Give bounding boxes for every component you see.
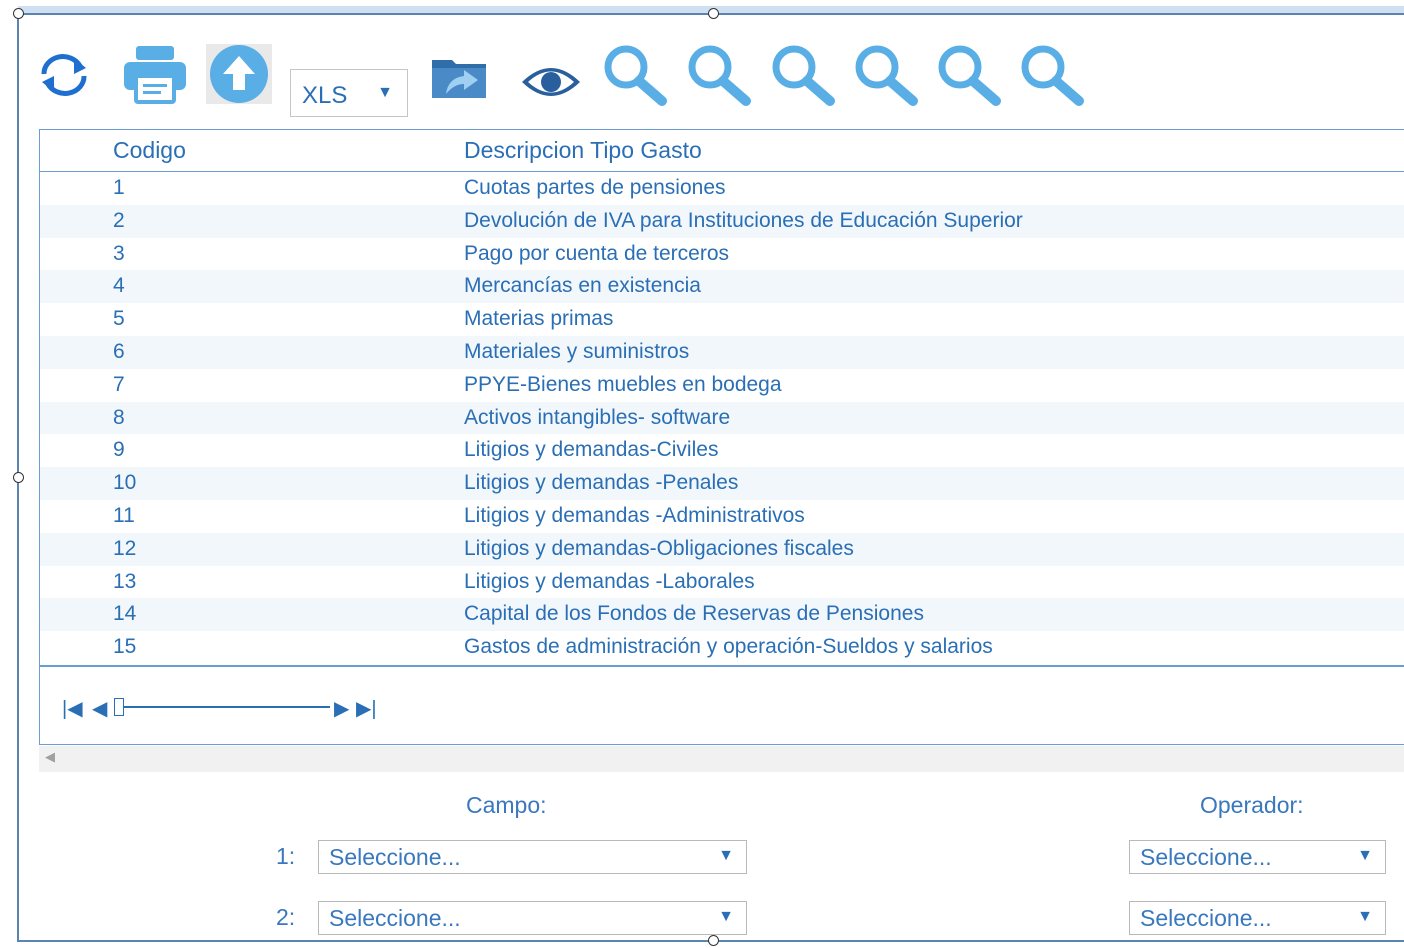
filter-row-2-label: 2: [276,904,296,930]
table-row[interactable]: 3 Pago por cuenta de terceros [40,238,1404,271]
view-icon[interactable] [520,62,582,102]
table-row[interactable]: 9 Litigios y demandas-Civiles [40,434,1404,467]
column-header-descripcion[interactable]: Descripcion Tipo Gasto [464,137,702,164]
cell-descripcion: Mercancías en existencia [464,274,701,298]
cell-descripcion: Gastos de administración y operación-Sue… [464,635,993,659]
table-row[interactable]: 8 Activos intangibles- software [40,401,1404,435]
cell-descripcion: Capital de los Fondos de Reservas de Pen… [464,602,924,626]
upload-icon[interactable] [206,44,272,104]
chevron-down-icon: ▼ [718,908,734,925]
cell-descripcion: Cuotas partes de pensiones [464,176,726,199]
next-page-icon[interactable]: ▶ [334,696,349,722]
table-row[interactable]: 15 Gastos de administración y operación-S… [40,631,1404,664]
chevron-down-icon: ▼ [377,84,393,101]
operador-label: Operador: [1200,792,1304,818]
campo-1-select[interactable]: Seleccione... ▼ [318,840,747,874]
cell-codigo: 10 [113,471,137,495]
column-header-codigo[interactable]: Codigo [113,137,186,164]
table-row[interactable]: 2 Devolución de IVA para Instituciones de… [40,204,1404,238]
table-row[interactable]: 5 Materias primas [40,303,1404,336]
scroll-left-icon[interactable]: ◀ [45,749,55,765]
search-icon[interactable] [936,44,1004,106]
pager: |◀ ◀ ▶ ▶| [62,696,382,722]
chevron-down-icon: ▼ [1357,908,1373,925]
cell-codigo: 11 [113,503,135,527]
cell-codigo: 15 [113,635,137,659]
print-icon[interactable] [122,44,188,104]
search-icon[interactable] [602,44,670,106]
table-row[interactable]: 12 Litigios y demandas-Obligaciones fisca… [40,532,1404,566]
cell-codigo: 2 [113,208,125,232]
campo-1-value: Seleccione... [329,844,461,870]
chevron-down-icon: ▼ [718,847,734,864]
cell-codigo: 1 [113,176,125,199]
cell-codigo: 9 [113,438,125,462]
first-page-icon[interactable]: |◀ [62,696,83,722]
resize-handle-top-left[interactable] [13,8,24,19]
pager-slider-thumb[interactable] [114,698,124,716]
grid-rows: 1 Cuotas partes de pensiones 2 Devolución d… [40,172,1404,664]
table-row[interactable]: 4 Mercancías en existencia [40,270,1404,304]
operador-1-value: Seleccione... [1140,844,1272,870]
cell-descripcion: Materias primas [464,307,614,331]
table-row[interactable]: 11 Litigios y demandas -Administrativos [40,500,1404,533]
campo-label: Campo: [466,792,547,818]
filter-row-1-label: 1: [276,843,296,869]
search-icon[interactable] [853,44,921,106]
refresh-icon[interactable] [36,52,92,98]
cell-descripcion: Devolución de IVA para Instituciones de … [464,208,1023,232]
table-row[interactable]: 1 Cuotas partes de pensiones [40,172,1404,205]
cell-codigo: 7 [113,372,125,396]
cell-codigo: 4 [113,274,125,298]
chevron-down-icon: ▼ [1357,847,1373,864]
cell-codigo: 13 [113,569,137,593]
table-row[interactable]: 7 PPYE-Bienes muebles en bodega [40,369,1404,402]
grid-header: Codigo Descripcion Tipo Gasto [40,130,1404,172]
pager-track[interactable] [120,706,330,708]
cell-descripcion: Litigios y demandas -Laborales [464,569,755,593]
resize-handle-bottom-center[interactable] [708,935,719,946]
cell-descripcion: Litigios y demandas -Administrativos [464,503,805,527]
cell-descripcion: PPYE-Bienes muebles en bodega [464,372,782,396]
table-row[interactable]: 13 Litigios y demandas -Laborales [40,566,1404,599]
operador-2-value: Seleccione... [1140,905,1272,931]
cell-descripcion: Materiales y suministros [464,339,690,363]
cell-codigo: 3 [113,241,125,265]
cell-codigo: 8 [113,405,125,429]
export-format-value: XLS [302,82,348,109]
grid-footer-divider [40,665,1404,667]
cell-descripcion: Litigios y demandas-Civiles [464,438,719,462]
cell-descripcion: Litigios y demandas -Penales [464,471,739,495]
cell-codigo: 6 [113,339,125,363]
search-icon[interactable] [686,44,754,106]
resize-handle-middle-left[interactable] [13,472,24,483]
operador-2-select[interactable]: Seleccione... ▼ [1129,901,1386,935]
cell-descripcion: Activos intangibles- software [464,405,731,429]
horizontal-scrollbar[interactable]: ◀ [39,746,1404,772]
table-row[interactable]: 14 Capital de los Fondos de Reservas de P… [40,598,1404,632]
campo-2-value: Seleccione... [329,905,461,931]
export-folder-icon[interactable] [430,54,488,102]
operador-1-select[interactable]: Seleccione... ▼ [1129,840,1386,874]
export-format-select[interactable]: XLS ▼ [290,69,408,117]
search-icon[interactable] [770,44,838,106]
prev-page-icon[interactable]: ◀ [92,696,107,722]
resize-handle-top-center[interactable] [708,8,719,19]
cell-codigo: 12 [113,536,137,560]
cell-descripcion: Litigios y demandas-Obligaciones fiscale… [464,536,854,560]
table-row[interactable]: 10 Litigios y demandas -Penales [40,467,1404,500]
cell-codigo: 14 [113,602,137,626]
cell-descripcion: Pago por cuenta de terceros [464,241,730,265]
search-icon[interactable] [1019,44,1087,106]
data-grid: Codigo Descripcion Tipo Gasto 1 Cuotas pa… [39,129,1404,745]
table-row[interactable]: 6 Materiales y suministros [40,335,1404,369]
cell-codigo: 5 [113,307,125,331]
last-page-icon[interactable]: ▶| [356,696,377,722]
campo-2-select[interactable]: Seleccione... ▼ [318,901,747,935]
